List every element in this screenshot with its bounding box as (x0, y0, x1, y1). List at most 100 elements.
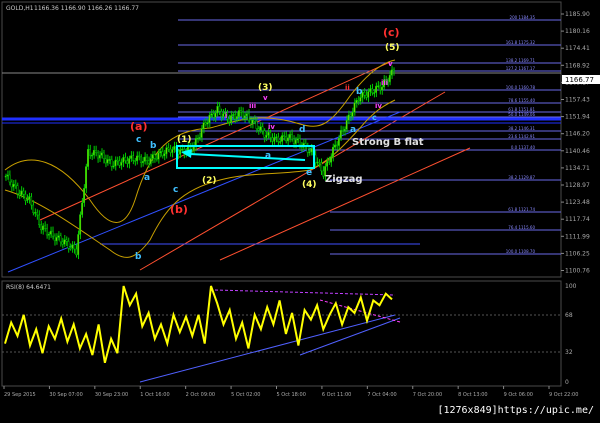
fib-label: 161.8 1175.32 (506, 40, 536, 45)
wave-c-small-3: c (372, 113, 377, 122)
candle-body (181, 148, 183, 151)
candle-body (308, 151, 311, 154)
candle-body (392, 69, 395, 72)
candle-body (267, 132, 270, 136)
candle-body (4, 175, 7, 178)
candle-body (275, 136, 278, 139)
candle-body (381, 86, 383, 91)
current-price-label: 1166.77 (565, 76, 594, 84)
candle-body (100, 152, 103, 156)
candle-body (377, 85, 379, 88)
candle-body (320, 162, 323, 172)
wave-c-small-2: c (173, 185, 178, 195)
price-tick-label: 1146.20 (565, 131, 590, 138)
candle-body (239, 110, 242, 113)
candle-body (230, 115, 232, 123)
price-tick-label: 1140.46 (565, 148, 590, 155)
candle-body (281, 135, 283, 142)
candle-body (149, 158, 152, 164)
candle-body (214, 112, 217, 118)
time-tick-label: 8 Oct 13:00 (458, 392, 487, 398)
candle-body (136, 155, 138, 162)
candle-body (232, 114, 234, 116)
symbol-label: GOLD,H1 (6, 5, 34, 12)
candle-body (51, 230, 54, 237)
candle-body (59, 235, 62, 243)
candle-body (116, 159, 119, 162)
rsi-tick-label: 32 (565, 349, 573, 356)
rsi-tick-label: 0 (565, 379, 569, 386)
candle-body (41, 225, 44, 231)
candle-body (30, 196, 33, 206)
candle-body (259, 126, 262, 131)
wave-v-2: v (388, 60, 393, 68)
candle-body (130, 155, 133, 159)
wave-ii-2: ii (345, 84, 350, 92)
wave-a-small-1: a (144, 173, 150, 183)
candle-body (24, 193, 27, 201)
candle-body (92, 150, 95, 156)
fib-label: 0.0 1137.40 (511, 145, 536, 150)
candle-body (245, 113, 248, 116)
candle-body (165, 147, 168, 155)
candle-body (71, 244, 74, 249)
candle-body (179, 149, 182, 155)
candle-body (83, 188, 86, 204)
candle-body (286, 137, 289, 142)
rsi-tick-label: 68 (565, 312, 573, 319)
price-tick-label: 1128.97 (565, 182, 590, 189)
candle-body (85, 166, 87, 189)
wave-v-1: v (263, 94, 268, 102)
candle-body (141, 161, 144, 163)
rsi-scale: 100 68 32 0 (565, 283, 577, 386)
candle-body (102, 152, 105, 159)
candle-body (277, 136, 280, 143)
candle-body (192, 146, 195, 151)
candle-body (255, 120, 258, 129)
candle-body (269, 132, 272, 138)
wave-e-small: e (306, 168, 312, 178)
candle-body (143, 156, 146, 162)
candle-body (10, 181, 13, 188)
wave-3: (3) (258, 83, 273, 93)
candle-body (122, 157, 125, 163)
candle-body (90, 154, 93, 157)
candle-body (196, 138, 199, 140)
chart-svg: 200 1184.35 161.8 1175.32 138.2 1169.71 127… (1, 1, 600, 398)
wave-c-small-1: c (136, 135, 141, 145)
candle-body (57, 235, 60, 238)
wave-iv-2: iv (375, 102, 382, 110)
candle-body (198, 137, 201, 139)
candle-body (128, 158, 131, 164)
wave-i-1: i (225, 112, 227, 120)
candle-body (55, 237, 58, 242)
candle-body (155, 158, 158, 160)
candle-body (263, 130, 266, 138)
candle-body (322, 170, 325, 177)
candle-body (79, 214, 82, 235)
quote-label: 1166.36 1166.90 1166.26 1166.77 (34, 5, 139, 12)
candle-body (171, 149, 174, 153)
candle-body (257, 128, 260, 131)
fib-label: 38.2 1129.87 (508, 175, 535, 180)
candle-body (34, 212, 37, 214)
fib-label: 127.2 1167.17 (506, 66, 536, 71)
candle-body (77, 234, 80, 256)
candle-body (139, 156, 142, 163)
candle-body (169, 148, 172, 153)
time-tick-label: 5 Oct 18:00 (277, 392, 306, 398)
candle-body (118, 160, 121, 166)
price-tick-label: 1117.74 (565, 216, 590, 223)
candle-body (326, 161, 329, 167)
wave-a-small-box: a (265, 151, 271, 161)
candle-body (108, 159, 111, 161)
candle-body (265, 135, 268, 138)
candle-body (365, 94, 368, 98)
candle-body (251, 119, 254, 124)
candle-body (153, 154, 156, 159)
candle-body (208, 114, 211, 123)
wave-1: (1) (177, 135, 192, 145)
candle-body (363, 92, 366, 96)
candle-body (89, 149, 91, 156)
candle-body (47, 234, 50, 236)
